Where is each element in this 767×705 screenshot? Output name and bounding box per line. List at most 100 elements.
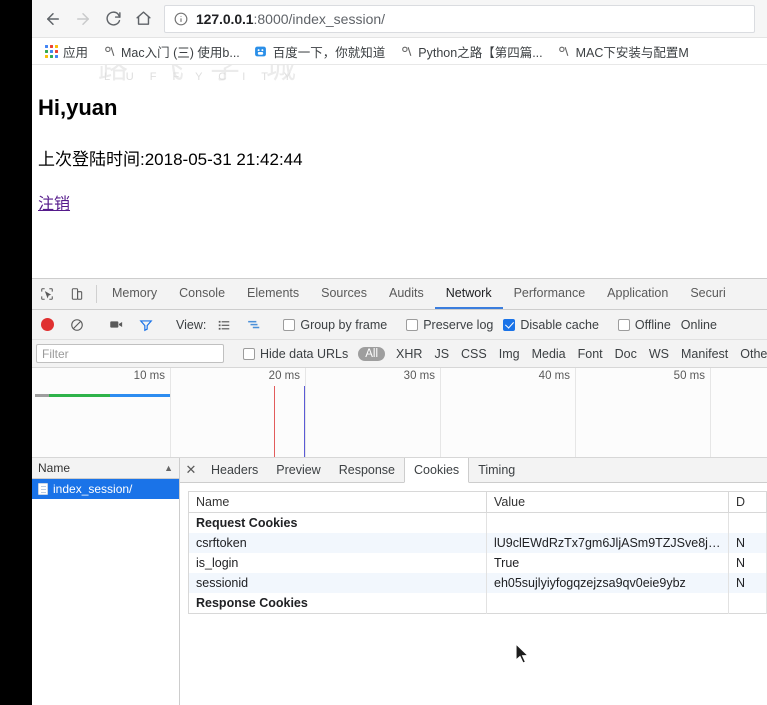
cookies-col-name[interactable]: Name <box>188 491 487 513</box>
cookie-name: sessionid <box>188 573 487 593</box>
filter-type-js[interactable]: JS <box>428 347 455 361</box>
request-list: Name ▲ index_session/ <box>32 458 180 705</box>
hide-data-urls-checkbox[interactable]: Hide data URLs <box>238 347 353 361</box>
request-list-header[interactable]: Name ▲ <box>32 458 179 479</box>
detail-tab-cookies[interactable]: Cookies <box>404 458 470 483</box>
filter-type-css[interactable]: CSS <box>455 347 493 361</box>
cookies-col-value[interactable]: Value <box>486 491 729 513</box>
online-throttle-select[interactable]: Online <box>676 318 722 332</box>
cookie-value <box>486 512 729 533</box>
group-by-frame-label: Group by frame <box>300 317 388 332</box>
overview-bar-blocked <box>35 394 49 397</box>
cookie-domain: N <box>728 553 767 573</box>
tab-application[interactable]: Application <box>596 279 679 309</box>
bookmark-mac-intro[interactable]: Mac入门 (三) 使用b... <box>95 40 247 63</box>
cookie-name: is_login <box>188 553 487 573</box>
filter-input[interactable]: Filter <box>36 344 224 363</box>
cookie-value: True <box>486 553 729 573</box>
watermark-latin: L U F F Y C I T Y <box>104 71 298 83</box>
filter-type-doc[interactable]: Doc <box>609 347 643 361</box>
browser-toolbar: 127.0.0.1:8000/index_session/ <box>32 0 767 38</box>
back-arrow-icon[interactable] <box>38 4 68 34</box>
disable-cache-checkbox[interactable]: Disable cache <box>498 318 604 332</box>
record-circle-icon[interactable] <box>32 318 62 331</box>
filter-type-manifest[interactable]: Manifest <box>675 347 734 361</box>
cookies-col-domain[interactable]: D <box>728 491 767 513</box>
bookmark-label: 应用 <box>63 45 89 60</box>
cookie-domain <box>728 593 767 614</box>
cookie-name: Request Cookies <box>188 512 487 533</box>
offline-checkbox[interactable]: Offline <box>613 318 676 332</box>
bookmark-mac-install[interactable]: MAC下安装与配置M <box>550 40 696 63</box>
preserve-log-checkbox[interactable]: Preserve log <box>401 318 498 332</box>
request-name: index_session/ <box>53 482 133 496</box>
overview-tick: 30 ms <box>403 370 435 382</box>
network-toolbar: View: Group by frame Preserve log Disabl… <box>32 310 767 340</box>
detail-tab-response[interactable]: Response <box>330 458 404 482</box>
filter-type-media[interactable]: Media <box>526 347 572 361</box>
table-row[interactable]: is_login True N <box>188 553 767 573</box>
home-icon[interactable] <box>128 4 158 34</box>
group-by-frame-checkbox[interactable]: Group by frame <box>278 318 392 332</box>
device-toolbar-icon[interactable] <box>62 279 92 309</box>
tab-audits[interactable]: Audits <box>378 279 435 309</box>
cookies-table: Name Value D Request Cookies csrftoken l… <box>188 491 767 614</box>
detail-tab-headers[interactable]: Headers <box>202 458 267 482</box>
bookmark-baidu[interactable]: 百度一下，你就知道 <box>247 40 393 63</box>
filter-type-ws[interactable]: WS <box>643 347 675 361</box>
list-view-icon[interactable] <box>209 318 239 332</box>
view-label: View: <box>176 317 207 332</box>
offline-label: Offline <box>634 317 671 332</box>
filter-type-other[interactable]: Othe <box>734 347 767 361</box>
bookmarks-bar: 应用 Mac入门 (三) 使用b... 百度一下，你就知道 Python之路【第… <box>32 38 767 65</box>
waterfall-view-icon[interactable] <box>239 318 269 332</box>
bookmark-apps[interactable]: 应用 <box>38 40 95 63</box>
url-host: 127.0.0.1 <box>196 10 254 27</box>
filter-type-all[interactable]: All <box>358 346 386 361</box>
toolbar-divider <box>96 285 97 303</box>
tab-security[interactable]: Securi <box>679 279 736 309</box>
network-overview-timeline[interactable]: 10 ms 20 ms 30 ms 40 ms 50 ms <box>32 368 767 458</box>
filter-type-img[interactable]: Img <box>493 347 526 361</box>
camera-icon[interactable] <box>101 317 131 332</box>
overview-marker-load <box>304 386 305 457</box>
sort-ascending-icon: ▲ <box>164 463 173 473</box>
overview-bar-connect <box>49 394 110 397</box>
filter-type-xhr[interactable]: XHR <box>390 347 428 361</box>
tab-elements[interactable]: Elements <box>236 279 310 309</box>
bookmark-python-road[interactable]: Python之路【第四篇... <box>392 40 549 63</box>
table-row: Response Cookies <box>188 593 767 614</box>
close-icon[interactable]: ✕ <box>180 458 202 482</box>
info-circle-icon[interactable] <box>174 12 188 26</box>
cookie-value: lU9clEWdRzTx7gm6JljASm9TZJSve8jU... <box>486 533 729 553</box>
checkbox-box <box>617 318 630 331</box>
funnel-filter-icon[interactable] <box>131 318 161 332</box>
cookie-domain <box>728 512 767 533</box>
inspect-element-icon[interactable] <box>32 279 62 309</box>
screenshot-root: 127.0.0.1:8000/index_session/ 应用 Mac入门 (… <box>0 0 767 705</box>
overview-marker-domcontentloaded <box>274 386 275 457</box>
cookie-name: csrftoken <box>188 533 487 553</box>
request-row-index-session[interactable]: index_session/ <box>32 479 179 499</box>
network-body: Name ▲ index_session/ ✕ Headers Preview … <box>32 458 767 705</box>
clear-prohibited-icon[interactable] <box>62 318 92 332</box>
table-row[interactable]: csrftoken lU9clEWdRzTx7gm6JljASm9TZJSve8… <box>188 533 767 553</box>
table-row[interactable]: sessionid eh05sujlyiyfogqzejzsa9qv0eie9y… <box>188 573 767 593</box>
url-path: :8000/index_session/ <box>253 10 386 27</box>
filter-type-font[interactable]: Font <box>572 347 609 361</box>
document-icon <box>38 483 48 495</box>
tab-memory[interactable]: Memory <box>101 279 168 309</box>
reload-icon[interactable] <box>98 4 128 34</box>
address-bar[interactable]: 127.0.0.1:8000/index_session/ <box>164 4 755 33</box>
tab-console[interactable]: Console <box>168 279 236 309</box>
tab-sources[interactable]: Sources <box>310 279 378 309</box>
tab-performance[interactable]: Performance <box>503 279 597 309</box>
devtools-panel: Memory Console Elements Sources Audits N… <box>32 278 767 705</box>
tab-network[interactable]: Network <box>434 279 503 309</box>
detail-tab-timing[interactable]: Timing <box>469 458 524 482</box>
detail-tab-preview[interactable]: Preview <box>267 458 329 482</box>
logout-link[interactable]: 注销 <box>38 190 70 214</box>
forward-arrow-icon[interactable] <box>68 4 98 34</box>
disable-cache-label: Disable cache <box>520 317 599 332</box>
overview-tick: 50 ms <box>673 370 705 382</box>
